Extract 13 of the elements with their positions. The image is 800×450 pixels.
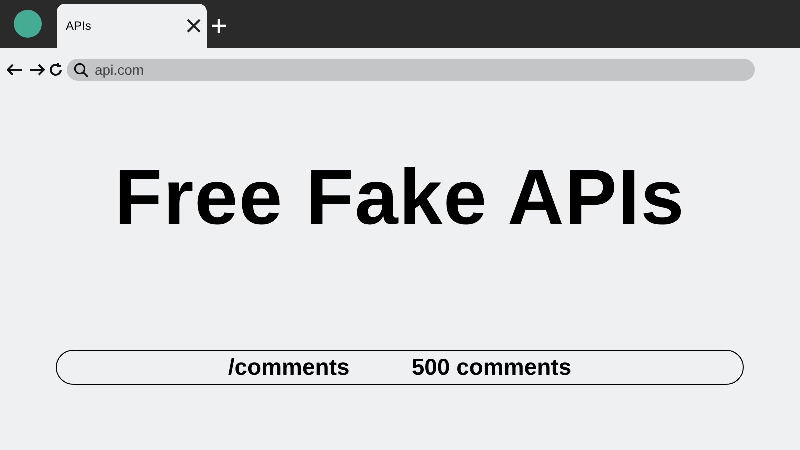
avatar-icon [14, 10, 42, 38]
page-heading: Free Fake APIs [114, 158, 686, 236]
close-icon[interactable] [187, 19, 201, 33]
reload-icon[interactable] [49, 63, 63, 77]
endpoint-path: /comments [228, 353, 350, 382]
back-arrow-icon[interactable] [7, 64, 23, 76]
search-icon [74, 62, 89, 78]
endpoint-count: 500 comments [412, 353, 572, 382]
forward-arrow-icon[interactable] [29, 64, 45, 76]
endpoint-row[interactable]: /comments 500 comments [56, 350, 744, 385]
plus-icon[interactable] [212, 19, 226, 33]
address-bar[interactable]: api.com [67, 59, 755, 81]
browser-tab[interactable]: APIs [57, 4, 207, 48]
